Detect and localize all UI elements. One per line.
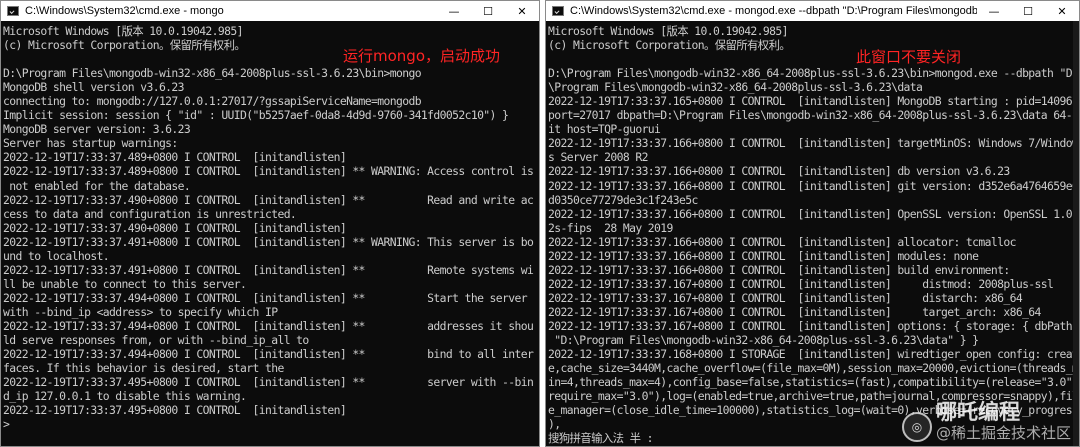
console-line: 2022-12-19T17:33:37.166+0800 I CONTROL [… [548, 136, 1079, 151]
console-line: 2022-12-19T17:33:37.167+0800 I CONTROL [… [548, 318, 1079, 333]
console-line: und to localhost. [3, 248, 110, 263]
console-line: Implicit session: session { "id" : UUID(… [3, 108, 509, 123]
console-line: MongoDB shell version v3.6.23 [3, 80, 185, 95]
console-line: 2022-12-19T17:33:37.494+0800 I CONTROL [… [3, 347, 534, 362]
console-line: 2022-12-19T17:33:37.494+0800 I CONTROL [… [3, 318, 534, 333]
console-line: 2022-12-19T17:33:37.495+0800 I CONTROL [… [3, 403, 347, 418]
title-bar[interactable]: C:\Windows\System32\cmd.exe - mongod.exe… [546, 1, 1079, 21]
console-line: port=27017 dbpath=D:\Program Files\mongo… [548, 108, 1079, 123]
cmd-icon [552, 6, 564, 16]
console-line: 2022-12-19T17:33:37.494+0800 I CONTROL [… [3, 290, 528, 305]
console-line: 2022-12-19T17:33:37.489+0800 I CONTROL [… [3, 150, 347, 165]
console-line: 2022-12-19T17:33:37.166+0800 I CONTROL [… [548, 248, 979, 263]
watermark-title: 哪吒编程 [935, 400, 1020, 424]
maximize-button[interactable]: ☐ [471, 1, 505, 21]
console-line: 2022-12-19T17:33:37.167+0800 I CONTROL [… [548, 304, 1041, 319]
console-output[interactable]: Microsoft Windows [版本 10.0.19042.985] (c)… [1, 21, 539, 446]
annotation-label: 此窗口不要关闭 [856, 48, 962, 66]
window-controls: — ☐ ✕ [977, 1, 1079, 21]
console-line: Microsoft Windows [版本 10.0.19042.985] [548, 24, 788, 38]
console-line: 2022-12-19T17:33:37.166+0800 I CONTROL [… [548, 164, 1010, 179]
console-line: s Server 2008 R2 [548, 150, 648, 165]
console-line: d_ip 127.0.0.1 to disable this warning. [3, 389, 247, 404]
minimize-button[interactable]: — [437, 1, 471, 21]
close-button[interactable]: ✕ [505, 1, 539, 21]
console-line: 2022-12-19T17:33:37.166+0800 I CONTROL [… [548, 206, 1079, 221]
console-line: 2022-12-19T17:33:37.165+0800 I CONTROL [… [548, 94, 1073, 109]
console-line: 2022-12-19T17:33:37.495+0800 I CONTROL [… [3, 375, 534, 390]
console-line: 2022-12-19T17:33:37.167+0800 I CONTROL [… [548, 276, 1054, 291]
console-line: (c) Microsoft Corporation。保留所有权利。 [548, 38, 791, 53]
watermark-subtitle: @稀土掘金技术社区 [935, 424, 1071, 442]
console-line: 2022-12-19T17:33:37.168+0800 I STORAGE [… [548, 347, 1079, 362]
console-line: 2022-12-19T17:33:37.489+0800 I CONTROL [… [3, 164, 534, 179]
console-line: 2022-12-19T17:33:37.491+0800 I CONTROL [… [3, 262, 534, 277]
console-line: Server has startup warnings: [3, 136, 178, 151]
console-line: Microsoft Windows [版本 10.0.19042.985] [3, 24, 243, 38]
console-line: "D:\Program Files\mongodb-win32-x86_64-2… [548, 333, 979, 348]
watermark-logo-icon: ◎ [901, 412, 932, 442]
watermark-text: 哪吒编程 @稀土掘金技术社区 [936, 400, 1071, 442]
cmd-icon [7, 6, 19, 16]
console-line: e,cache_size=3440M,cache_overflow=(file_… [548, 361, 1079, 376]
console-line: with --bind_ip <address> to specify whic… [3, 304, 278, 319]
close-button[interactable]: ✕ [1045, 1, 1079, 21]
console-line: cess to data and configuration is unrest… [3, 206, 297, 221]
console-line: faces. If this behavior is desired, star… [3, 361, 284, 376]
watermark: ◎ 哪吒编程 @稀土掘金技术社区 [901, 400, 1071, 442]
console-line: not enabled for the database. [3, 178, 191, 193]
annotation-label: 运行mongo，启动成功 [343, 47, 500, 65]
console-line: 2022-12-19T17:33:37.167+0800 I CONTROL [… [548, 290, 1023, 305]
console-line: D:\Program Files\mongodb-win32-x86_64-20… [3, 66, 422, 81]
title-bar[interactable]: C:\Windows\System32\cmd.exe - mongo — ☐ … [1, 1, 539, 21]
console-line: it host=TQP-guorui [548, 122, 661, 137]
console-line: d0350ce77279de3c1f243e5c [548, 192, 698, 207]
minimize-button[interactable]: — [977, 1, 1011, 21]
console-line: 2022-12-19T17:33:37.490+0800 I CONTROL [… [3, 220, 347, 235]
window-title: C:\Windows\System32\cmd.exe - mongod.exe… [570, 5, 977, 17]
console-line: MongoDB server version: 3.6.23 [3, 122, 191, 137]
mongo-shell-window[interactable]: C:\Windows\System32\cmd.exe - mongo — ☐ … [0, 0, 540, 447]
console-line: 2s-fips 28 May 2019 [548, 220, 673, 235]
window-controls: — ☐ ✕ [437, 1, 539, 21]
console-output[interactable]: Microsoft Windows [版本 10.0.19042.985] (c)… [546, 21, 1079, 446]
console-line: 2022-12-19T17:33:37.166+0800 I CONTROL [… [548, 262, 1010, 277]
scrollbar[interactable] [1073, 21, 1079, 446]
console-line: 2022-12-19T17:33:37.491+0800 I CONTROL [… [3, 234, 534, 249]
console-line: D:\Program Files\mongodb-win32-x86_64-20… [548, 66, 1079, 81]
console-line: in=4,threads_max=4),config_base=false,st… [548, 375, 1079, 390]
console-line: connecting to: mongodb://127.0.0.1:27017… [3, 94, 422, 109]
console-line: 2022-12-19T17:33:37.166+0800 I CONTROL [… [548, 178, 1079, 193]
console-line: 2022-12-19T17:33:37.166+0800 I CONTROL [… [548, 234, 1016, 249]
console-line: 2022-12-19T17:33:37.490+0800 I CONTROL [… [3, 192, 534, 207]
mongod-server-window[interactable]: C:\Windows\System32\cmd.exe - mongod.exe… [545, 0, 1080, 447]
window-title: C:\Windows\System32\cmd.exe - mongo [25, 5, 224, 17]
console-line: ll be unable to connect to this server. [3, 276, 247, 291]
console-line: > [3, 417, 10, 432]
console-line: ld serve responses from, or with --bind_… [3, 333, 309, 348]
console-line: \Program Files\mongodb-win32-x86_64-2008… [548, 80, 923, 95]
maximize-button[interactable]: ☐ [1011, 1, 1045, 21]
